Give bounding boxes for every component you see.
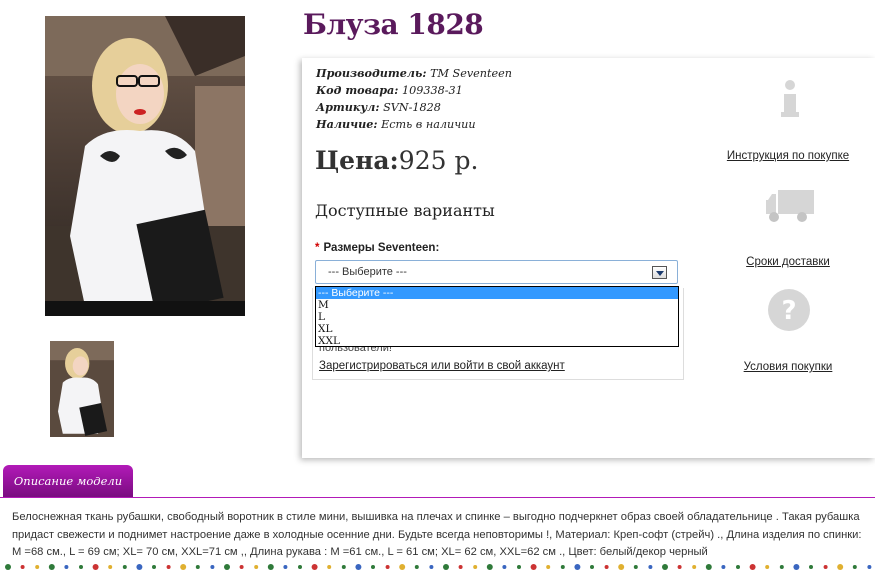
availability-row: Наличие: Есть в наличии bbox=[316, 117, 476, 131]
size-option[interactable]: --- Выберите --- bbox=[316, 287, 678, 299]
price: Цена:925 р. bbox=[315, 146, 479, 175]
question-icon[interactable]: ? bbox=[767, 288, 811, 337]
terms-link[interactable]: Условия покупки bbox=[713, 361, 863, 373]
manufacturer-link[interactable]: TM Seventeen bbox=[430, 67, 512, 80]
garland-decoration bbox=[0, 558, 875, 570]
size-option[interactable]: XL bbox=[316, 323, 678, 335]
size-dropdown-list[interactable]: --- Выберите --- M L XL XXL bbox=[315, 286, 679, 347]
page-title: Блуза 1828 bbox=[303, 8, 484, 41]
product-thumbnail[interactable] bbox=[50, 341, 114, 437]
size-label: * Размеры Seventeen: bbox=[315, 242, 440, 254]
info-icon[interactable] bbox=[778, 80, 802, 123]
size-option[interactable]: L bbox=[316, 311, 678, 323]
tab-divider bbox=[0, 497, 875, 498]
manufacturer-row: Производитель: TM Seventeen bbox=[316, 66, 512, 80]
size-select[interactable]: --- Выберите --- bbox=[315, 260, 678, 284]
chevron-down-icon[interactable] bbox=[652, 266, 667, 279]
svg-text:?: ? bbox=[781, 296, 796, 326]
product-photo[interactable] bbox=[45, 16, 245, 316]
variants-heading: Доступные варианты bbox=[315, 201, 495, 220]
code-row: Код товара: 109338-31 bbox=[316, 83, 463, 97]
product-info-panel: Производитель: TM Seventeen Код товара: … bbox=[302, 58, 875, 458]
required-mark: * bbox=[315, 242, 320, 254]
size-option[interactable]: XXL bbox=[316, 335, 678, 347]
size-option[interactable]: M bbox=[316, 299, 678, 311]
sku-row: Артикул: SVN-1828 bbox=[316, 100, 441, 114]
instructions-link[interactable]: Инструкция по покупке bbox=[713, 150, 863, 162]
register-login-link[interactable]: Зарегистрироваться или войти в свой акка… bbox=[319, 360, 565, 372]
tab-description[interactable]: Описание модели bbox=[3, 465, 133, 497]
product-meta: Производитель: TM Seventeen Код товара: … bbox=[316, 65, 512, 133]
truck-icon[interactable] bbox=[764, 186, 816, 231]
delivery-link[interactable]: Сроки доставки bbox=[713, 256, 863, 268]
size-select-value: --- Выберите --- bbox=[328, 266, 407, 278]
description-text: Белоснежная ткань рубашки, свободный вор… bbox=[12, 511, 862, 558]
